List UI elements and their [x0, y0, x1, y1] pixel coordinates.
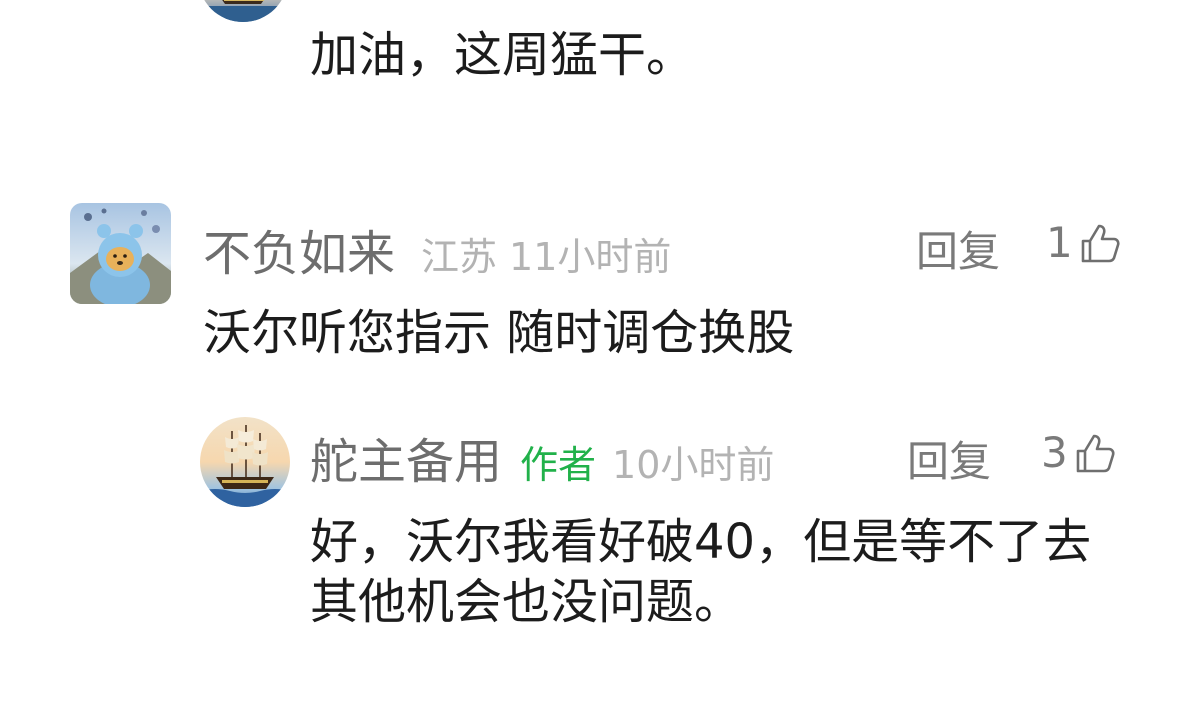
thumbs-up-icon — [1072, 431, 1116, 475]
avatar[interactable] — [198, 0, 288, 22]
sailing-ship-avatar-icon — [198, 0, 288, 22]
bear-avatar-icon — [70, 203, 171, 304]
timestamp: 11小时前 — [509, 235, 672, 279]
like-button[interactable]: 1 — [1046, 218, 1121, 267]
sailing-ship-avatar-icon — [200, 417, 290, 507]
thumbs-up-icon — [1077, 221, 1121, 265]
comment-meta: 舵主备用 作者 10小时前 — [310, 422, 774, 492]
comment-meta: 不负如来 江苏 11小时前 — [203, 214, 671, 284]
comment-text: 沃尔听您指示 随时调仓换股 — [203, 305, 795, 361]
like-count: 3 — [1041, 428, 1068, 477]
avatar[interactable] — [70, 203, 171, 304]
location-label: 江苏 — [421, 235, 498, 279]
like-count: 1 — [1046, 218, 1073, 267]
like-button[interactable]: 3 — [1041, 428, 1116, 477]
author-badge: 作者 — [520, 443, 597, 487]
avatar[interactable] — [200, 417, 290, 507]
reply-button[interactable]: 回复 — [907, 428, 991, 489]
comment-text: 加油，这周猛干。 — [310, 27, 695, 83]
username[interactable]: 不负如来 — [203, 214, 395, 284]
username[interactable]: 舵主备用 — [310, 422, 502, 492]
reply-button[interactable]: 回复 — [916, 218, 1000, 279]
comment-text: 好，沃尔我看好破40，但是等不了去其他机会也没问题。 — [310, 514, 1092, 630]
timestamp: 10小时前 — [612, 443, 775, 487]
